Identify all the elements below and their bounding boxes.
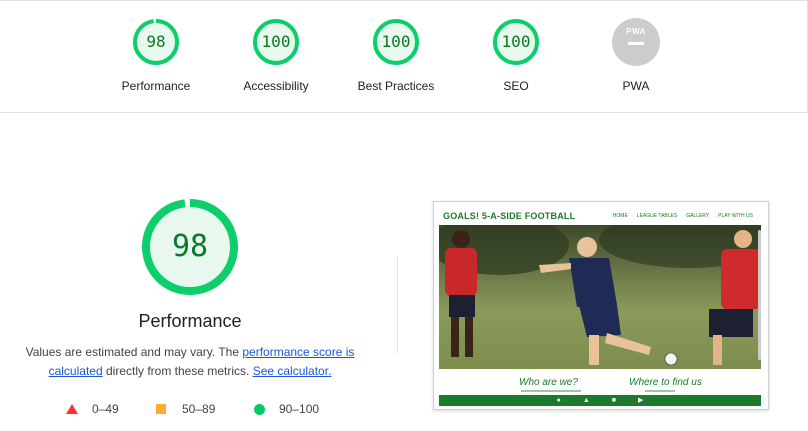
hero-football-image xyxy=(439,225,761,369)
pwa-badge-text: PWA xyxy=(626,27,646,36)
gauge-ring: 100 xyxy=(492,18,540,66)
youtube-icon: ▶ xyxy=(638,397,644,404)
gauge-ring: 100 xyxy=(372,18,420,66)
see-calculator-link[interactable]: See calculator. xyxy=(253,364,332,378)
site-nav-home: HOME xyxy=(612,213,628,219)
main-performance-gauge: 98 xyxy=(141,198,239,296)
site-navbar: GOALS! 5-A-SIDE FOOTBALL HOME LEAGUE TAB… xyxy=(439,207,761,225)
who-are-we-heading: Who are we? xyxy=(519,377,578,388)
gauge-seo[interactable]: 100 SEO xyxy=(456,18,576,93)
gauge-label: SEO xyxy=(503,79,529,93)
site-nav-links: HOME LEAGUE TABLES GALLERY PLAY WITH US xyxy=(613,213,753,219)
gauge-score: 100 xyxy=(261,32,291,51)
legend-pass: 90–100 xyxy=(254,402,319,416)
twitter-icon: ▲ xyxy=(582,397,590,404)
instagram-icon: ■ xyxy=(611,397,616,404)
screenshot-page: GOALS! 5-A-SIDE FOOTBALL HOME LEAGUE TAB… xyxy=(439,207,761,406)
where-to-find-us-text xyxy=(645,390,675,392)
legend-fail: 0–49 xyxy=(66,402,119,416)
desc-middle: directly from these metrics. xyxy=(102,364,253,378)
circle-icon xyxy=(254,403,265,415)
gauge-ring: 98 xyxy=(132,18,180,66)
site-nav-gallery: GALLERY xyxy=(686,213,710,219)
desc-prefix: Values are estimated and may vary. The xyxy=(25,345,243,359)
final-screenshot-thumbnail[interactable]: GOALS! 5-A-SIDE FOOTBALL HOME LEAGUE TAB… xyxy=(433,201,769,410)
where-to-find-us-heading: Where to find us xyxy=(629,377,702,388)
legend-average-label: 50–89 xyxy=(182,402,216,416)
gauge-label: Performance xyxy=(121,79,191,93)
gauge-label: PWA xyxy=(622,79,650,93)
gauge-score: 100 xyxy=(501,32,531,51)
legend-fail-label: 0–49 xyxy=(92,402,119,416)
site-footer: ● ▲ ■ ▶ xyxy=(439,395,761,406)
category-title: Performance xyxy=(138,311,242,331)
gauge-ring: 100 xyxy=(252,18,300,66)
legend-average: 50–89 xyxy=(156,402,215,416)
gauge-best-practices[interactable]: 100 Best Practices xyxy=(336,18,456,93)
facebook-icon: ● xyxy=(556,397,561,404)
site-nav-play-with-us: PLAY WITH US xyxy=(718,213,753,219)
triangle-icon xyxy=(66,404,78,414)
square-icon xyxy=(156,404,166,414)
legend-pass-label: 90–100 xyxy=(279,402,320,416)
main-score: 98 xyxy=(171,229,209,264)
summary-bar: 98 Performance 100 Accessibility 100 Bes… xyxy=(0,1,808,113)
gauge-performance[interactable]: 98 Performance xyxy=(96,18,216,93)
vertical-divider xyxy=(397,256,398,353)
pwa-badge: PWA xyxy=(612,18,660,66)
performance-description: Values are estimated and may vary. The p… xyxy=(20,343,360,381)
site-nav-league-tables: LEAGUE TABLES xyxy=(636,213,678,219)
who-are-we-text xyxy=(521,390,581,392)
gauge-label: Accessibility xyxy=(243,79,309,93)
pwa-dash-icon xyxy=(628,42,644,45)
gauge-pwa[interactable]: PWA PWA xyxy=(576,18,696,93)
gauge-score: 98 xyxy=(146,32,166,51)
gauge-score: 100 xyxy=(381,32,411,51)
gauge-accessibility[interactable]: 100 Accessibility xyxy=(216,18,336,93)
site-brand: GOALS! 5-A-SIDE FOOTBALL xyxy=(443,211,576,221)
screenshot-scrollbar xyxy=(758,230,761,360)
score-legend: 0–49 50–89 90–100 xyxy=(0,402,380,418)
gauge-label: Best Practices xyxy=(357,79,435,93)
